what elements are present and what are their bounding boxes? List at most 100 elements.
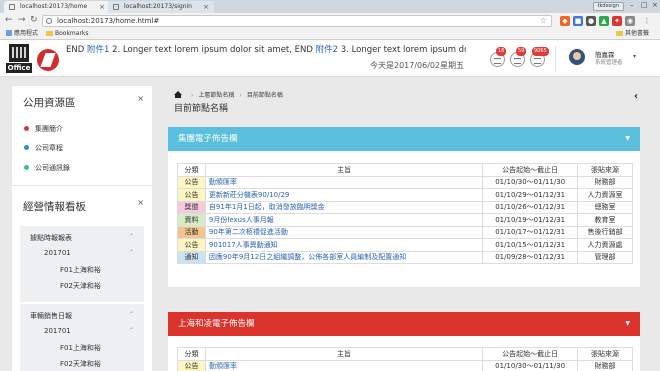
marquee-text: 2. Longer text lorem ipsum dolor sit ame…: [109, 45, 316, 55]
forward-icon[interactable]: →: [18, 15, 26, 25]
source-cell: 人力資源室: [577, 188, 633, 202]
table-row[interactable]: 活動 90年第二次柩禮促進活動 01/10/17～01/12/31 售後行銷部: [177, 225, 633, 239]
office-logo[interactable]: Office: [6, 44, 32, 74]
chevron-down-icon[interactable]: ▾: [633, 53, 636, 60]
sidebar-item-directory[interactable]: 公司通訊錄: [24, 163, 70, 173]
group-bulletin-panel: 集團電子佈告欄 ▼ 分類 主旨 公告起始～截止日 張貼來源 公告 勤頒匯率 01…: [168, 127, 640, 287]
source-cell: 教育室: [577, 213, 633, 227]
browser-tab-inactive[interactable]: localhost:20173/signin ×: [108, 1, 214, 13]
menu-icon[interactable]: ⋮: [642, 16, 652, 26]
extension-icon[interactable]: ●: [586, 16, 596, 26]
category-cell: 資料: [177, 213, 206, 227]
bookmark-apps[interactable]: 應用程式: [6, 29, 38, 39]
table-row[interactable]: 獎懲 自91年1月1日起，取消發放臨明獎金 01/10/26～01/12/31 …: [177, 200, 633, 214]
minimize-icon[interactable]: –: [630, 1, 634, 9]
sidebar: 公用資源區 × 集團簡介 公司章程 公司通訊錄 經營情報看板 × 據點時報報表 …: [12, 86, 152, 371]
chevron-up-icon[interactable]: ⌃: [129, 311, 134, 318]
table-row[interactable]: 公告 勤頒匯率 01/10/30～01/11/30 財務部: [177, 175, 633, 189]
subject-link[interactable]: 自91年1月1日起，取消發放臨明獎金: [209, 203, 325, 211]
sidebar-item-articles[interactable]: 公司章程: [24, 143, 63, 153]
tree-leaf[interactable]: F02天津和裕: [60, 359, 101, 369]
chevron-up-icon[interactable]: ⌃: [129, 249, 134, 256]
bullet-icon: [24, 126, 29, 131]
back-icon[interactable]: ←: [5, 15, 13, 25]
tab-title: localhost:20173/home: [20, 3, 88, 10]
subject-cell: 勤頒匯率: [204, 175, 484, 189]
subject-cell: 自91年1月1日起，取消發放臨明獎金: [204, 200, 484, 214]
subject-link[interactable]: 更新新莊分機表90/10/29: [209, 191, 289, 199]
table-row[interactable]: 公告 勤頒匯率 01/10/30～01/11/30 財務部: [177, 359, 633, 371]
chevron-down-icon[interactable]: ▼: [625, 312, 630, 336]
table-row[interactable]: 公告 更新新莊分機表90/10/29 01/10/29～01/12/31 人力資…: [177, 188, 633, 202]
table-header-row: 分類 主旨 公告起始～截止日 張貼來源: [177, 163, 633, 177]
other-bookmarks[interactable]: 其他書籤: [616, 29, 649, 39]
attachment-link[interactable]: 附件2: [316, 45, 338, 55]
panel-header[interactable]: 集團電子佈告欄 ▼: [168, 127, 640, 151]
breadcrumb-link[interactable]: 上層節點名稱: [198, 92, 234, 99]
extension-icon[interactable]: ■: [573, 16, 583, 26]
user-department: 系統管理者: [595, 60, 623, 66]
subject-link[interactable]: 901017人事異動通知: [209, 241, 278, 249]
extension-icon[interactable]: ✦: [612, 16, 622, 26]
extension-icon[interactable]: ◆: [560, 16, 570, 26]
bookmark-star-icon[interactable]: ☆: [540, 16, 547, 26]
subject-link[interactable]: 勤頒匯率: [209, 178, 237, 186]
logo-text: Office: [6, 63, 32, 73]
home-icon[interactable]: [174, 91, 182, 98]
table-row[interactable]: 通知 因應90年9月12日之組織調整，公佈各部室人員編制及配置通知 01/09/…: [177, 250, 633, 264]
tree-node[interactable]: 據點時報報表: [30, 233, 72, 243]
column-header: 公告起始～截止日: [482, 163, 579, 177]
column-header: 主旨: [204, 347, 484, 361]
panel-title: 集團電子佈告欄: [178, 134, 238, 144]
category-cell: 通知: [177, 250, 206, 264]
chevron-down-icon[interactable]: ▼: [625, 127, 630, 151]
extension-icon[interactable]: ◉: [625, 16, 635, 26]
category-cell: 公告: [177, 188, 206, 202]
chevron-up-icon[interactable]: ⌃: [129, 233, 134, 240]
profile-chip[interactable]: tkdesign: [592, 2, 624, 11]
table-row[interactable]: 公告 901017人事異動通知 01/10/15～01/12/31 人力資源處: [177, 238, 633, 252]
tree-node[interactable]: 201701: [44, 327, 71, 335]
url-text: localhost:20173/home.html#: [57, 17, 160, 25]
extension-icon[interactable]: ▲: [599, 16, 609, 26]
subject-cell: 90年第二次柩禮促進活動: [204, 225, 484, 239]
chevron-up-icon[interactable]: ⌃: [129, 327, 134, 334]
table-row[interactable]: 資料 9月份lexus人事月報 01/10/19～01/12/31 教育室: [177, 213, 633, 227]
close-window-icon[interactable]: ×: [652, 1, 658, 9]
divider: [12, 185, 152, 186]
browser-tab-active[interactable]: localhost:20173/home ×: [4, 1, 110, 13]
url-input[interactable]: localhost:20173/home.html# ☆: [42, 15, 552, 27]
subject-link[interactable]: 90年第二次柩禮促進活動: [209, 228, 288, 236]
sidebar-item-group-intro[interactable]: 集團簡介: [24, 124, 63, 134]
sidebar-section-title: 經營情報看板: [23, 201, 86, 213]
tree-leaf[interactable]: F01上海和裕: [60, 265, 101, 275]
tree-leaf[interactable]: F02天津和裕: [60, 281, 101, 291]
bookmark-folder[interactable]: Bookmarks: [46, 29, 89, 39]
tree-node[interactable]: 車輛銷售日報: [30, 311, 72, 321]
attachment-link[interactable]: 附件1: [87, 45, 109, 55]
maximize-icon[interactable]: □: [641, 1, 648, 9]
source-cell: 財務部: [577, 359, 633, 371]
subject-cell: 901017人事異動通知: [204, 238, 484, 252]
bullet-icon: [24, 165, 29, 170]
close-icon[interactable]: ×: [137, 94, 144, 103]
panel-header[interactable]: 上海和凌電子佈告欄 ▼: [168, 312, 640, 336]
shanghai-bulletin-panel: 上海和凌電子佈告欄 ▼ 分類 主旨 公告起始～截止日 張貼來源 公告 勤頒匯率 …: [168, 312, 640, 371]
avatar[interactable]: [569, 49, 585, 65]
panel-title: 上海和凌電子佈告欄: [178, 319, 255, 329]
subject-link[interactable]: 9月份lexus人事月報: [209, 216, 274, 224]
column-header: 公告起始～截止日: [482, 347, 579, 361]
close-icon[interactable]: ×: [137, 198, 144, 207]
notification-count-badge: 9065: [532, 47, 549, 56]
close-icon[interactable]: ×: [99, 1, 105, 13]
subject-link[interactable]: 勤頒匯率: [209, 362, 237, 370]
collapse-panel-icon[interactable]: ‹: [634, 91, 638, 102]
tree-node[interactable]: 201701: [44, 249, 71, 257]
tree-leaf[interactable]: F01上海和裕: [60, 343, 101, 353]
date-cell: 01/10/17～01/12/31: [482, 225, 579, 239]
column-header: 分類: [177, 347, 206, 361]
subject-link[interactable]: 因應90年9月12日之組織調整，公佈各部室人員編制及配置通知: [209, 253, 406, 261]
close-icon[interactable]: ×: [203, 1, 209, 13]
info-icon[interactable]: [46, 18, 52, 24]
reload-icon[interactable]: ↻: [30, 15, 38, 25]
